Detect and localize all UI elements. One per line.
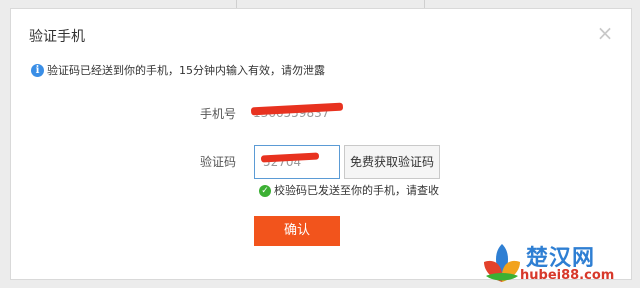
check-icon: ✓: [259, 185, 271, 197]
watermark-url: hubei88.com: [520, 268, 615, 283]
watermark-logo: [484, 244, 520, 282]
background-divider: [424, 0, 425, 8]
code-sent-text: 校验码已发送至你的手机，请查收: [274, 184, 439, 197]
background-divider: [236, 0, 237, 8]
info-icon: i: [31, 64, 44, 77]
close-button[interactable]: ×: [595, 23, 615, 43]
dialog-title: 验证手机: [29, 29, 85, 45]
get-code-button[interactable]: 免费获取验证码: [344, 145, 440, 179]
close-icon: ×: [596, 21, 614, 45]
code-label: 验证码: [200, 155, 237, 169]
notice-text: 验证码已经送到你的手机，15分钟内输入有效，请勿泄露: [47, 64, 325, 77]
watermark: 楚汉网 hubei88.com: [470, 238, 640, 288]
phone-label: 手机号: [200, 107, 237, 121]
confirm-button[interactable]: 确认: [254, 216, 340, 246]
